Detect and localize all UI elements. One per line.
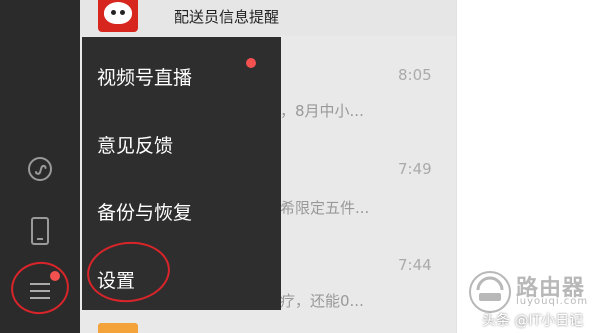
phone-icon[interactable] (24, 215, 56, 247)
menu-highlight-circle (6, 257, 74, 319)
chat-time: 7:44 (398, 256, 432, 274)
chat-avatar (98, 323, 138, 333)
settings-highlight-circle (84, 237, 173, 307)
chat-preview: 希限定五件... (280, 199, 370, 217)
chat-time: 8:05 (398, 66, 432, 84)
router-logo-icon (469, 271, 511, 313)
left-sidebar (0, 0, 80, 333)
chat-preview: 疗，还能0... (280, 292, 364, 310)
mini-program-icon[interactable] (24, 153, 56, 185)
menu-item-backup-restore[interactable]: 备份与恢复 (97, 198, 192, 225)
chat-title: 配送员信息提醒 (174, 8, 280, 26)
chat-time: 7:49 (398, 160, 432, 178)
menu-item-notification-dot (246, 58, 256, 68)
chat-item-top[interactable]: 配送员信息提醒 (80, 0, 456, 36)
watermark-router-url: luyouqi.com (516, 296, 589, 307)
chat-avatar (98, 0, 138, 32)
menu-item-channels-live[interactable]: 视频号直播 (97, 63, 192, 90)
more-menu-popup: 视频号直播 意见反馈 备份与恢复 设置 (82, 37, 281, 310)
chat-preview: ，8月中小... (280, 102, 364, 120)
watermark-source: 头条 @IT小日记 (482, 313, 584, 329)
menu-item-feedback[interactable]: 意见反馈 (97, 131, 173, 158)
